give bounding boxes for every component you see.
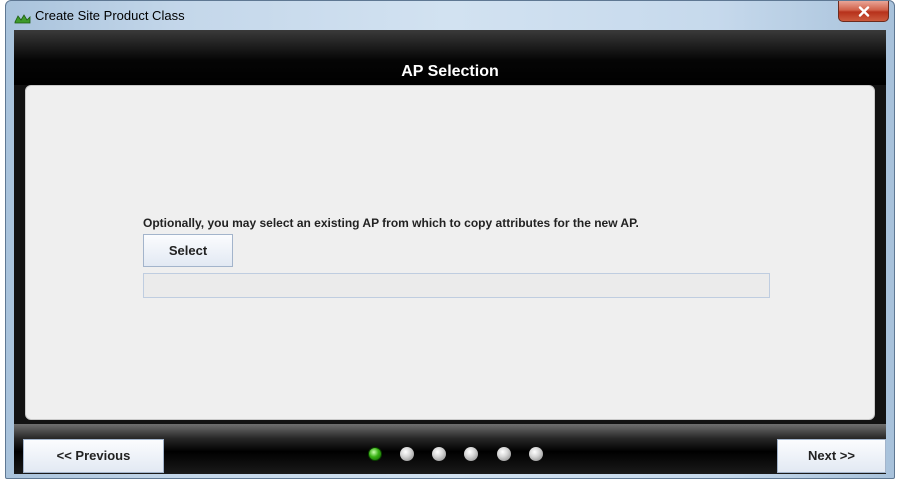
previous-button[interactable]: << Previous [23,439,164,473]
app-icon [14,11,31,24]
select-button[interactable]: Select [143,234,233,267]
step-indicator-4 [464,447,478,461]
next-button[interactable]: Next >> [777,439,886,473]
step-indicator-3 [432,447,446,461]
content-panel: Optionally, you may select an existing A… [25,85,875,420]
step-indicator-5 [497,447,511,461]
selected-ap-field[interactable] [143,273,770,298]
window-title: Create Site Product Class [35,8,185,23]
close-icon [858,6,870,17]
page-title: AP Selection [401,63,499,80]
wizard-footer: << Previous Next >> [14,424,886,474]
close-button[interactable] [838,1,889,22]
wizard-header: AP Selection [14,30,886,85]
step-indicator-2 [400,447,414,461]
step-indicator-1 [368,447,382,461]
step-indicator-6 [529,447,543,461]
title-bar[interactable]: Create Site Product Class [6,1,894,30]
dialog-window: Create Site Product Class AP Selection O… [5,0,895,479]
wizard-body: AP Selection Optionally, you may select … [14,30,886,474]
instruction-text: Optionally, you may select an existing A… [143,216,639,230]
